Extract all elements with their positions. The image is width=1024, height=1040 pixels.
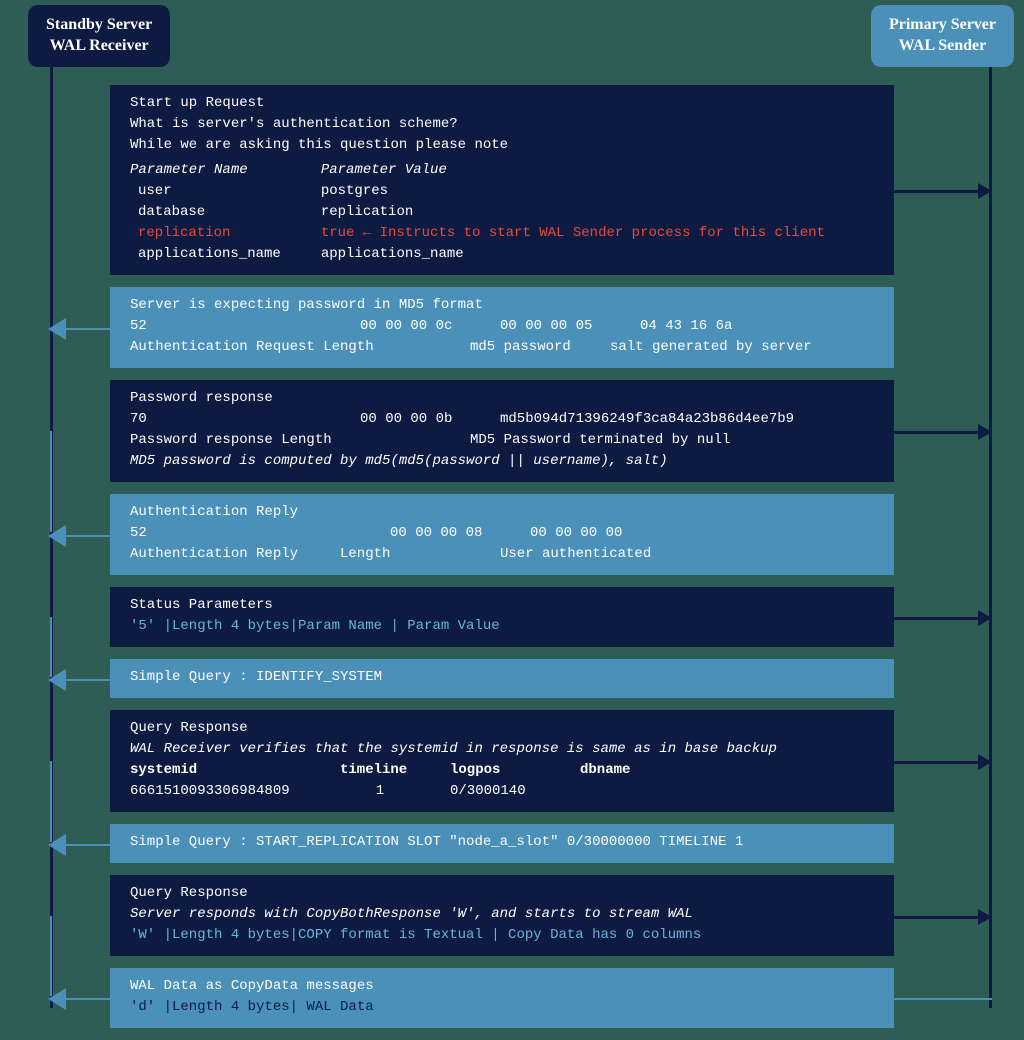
- msg-line: Start up Request: [130, 93, 874, 114]
- msg-line: Query Response: [130, 718, 874, 739]
- msg-note: WAL Receiver verifies that the systemid …: [130, 739, 874, 760]
- param-name: database: [130, 202, 281, 223]
- cell: 00 00 00 00: [530, 523, 622, 544]
- bridge-line: [989, 328, 992, 419]
- cell: 00 00 00 05: [500, 316, 610, 337]
- msg-line: WAL Data as CopyData messages: [130, 976, 874, 997]
- msg-detail: 'd' |Length 4 bytes| WAL Data: [130, 997, 874, 1018]
- cell: 00 00 00 08: [390, 523, 500, 544]
- msg-line: Server is expecting password in MD5 form…: [130, 295, 874, 316]
- cell: Authentication Request Length: [130, 337, 440, 358]
- password-response-box: Password response 70 00 00 00 0b md5b094…: [110, 380, 894, 482]
- arrow-left-icon: [50, 679, 110, 681]
- msg-note: Server responds with CopyBothResponse 'W…: [130, 904, 874, 925]
- cell: 00 00 00 0b: [360, 409, 470, 430]
- identify-system-box: Simple Query : IDENTIFY_SYSTEM: [110, 659, 894, 698]
- cell: 0/3000140: [450, 781, 550, 802]
- cell: 6661510093306984809: [130, 781, 310, 802]
- cell: Length: [340, 544, 470, 565]
- arrow-right-icon: [894, 916, 990, 919]
- standby-title-line2: WAL Receiver: [46, 36, 152, 57]
- cell: 1: [340, 781, 420, 802]
- arrow-right-icon: [894, 617, 990, 620]
- bridge-line: [50, 431, 52, 532]
- arrow-left-icon: [50, 535, 110, 537]
- arrow-right-icon: [894, 761, 990, 764]
- startup-request-box: Start up Request What is server's authen…: [110, 85, 894, 275]
- param-value: replication: [321, 202, 825, 223]
- primary-title-line1: Primary Server: [889, 15, 996, 36]
- bridge-line: [989, 844, 992, 914]
- message-column: Start up Request What is server's authen…: [110, 85, 894, 1040]
- param-value-replication: true ← Instructs to start WAL Sender pro…: [321, 223, 825, 244]
- wal-data-box: WAL Data as CopyData messages 'd' |Lengt…: [110, 968, 894, 1028]
- query-response-identify-box: Query Response WAL Receiver verifies tha…: [110, 710, 894, 812]
- cell: Password response Length: [130, 430, 440, 451]
- bridge-line: [50, 916, 52, 997]
- cell: 52: [130, 316, 330, 337]
- cell: 00 00 00 0c: [360, 316, 470, 337]
- msg-line: Status Parameters: [130, 595, 874, 616]
- msg-line: While we are asking this question please…: [130, 135, 874, 156]
- col-header: logpos: [450, 760, 550, 781]
- msg-note: MD5 password is computed by md5(md5(pass…: [130, 451, 874, 472]
- cell: md5 password: [470, 337, 580, 358]
- msg-line: Simple Query : IDENTIFY_SYSTEM: [130, 667, 874, 688]
- msg-line: Query Response: [130, 883, 874, 904]
- msg-detail: '5' |Length 4 bytes|Param Name | Param V…: [130, 616, 874, 637]
- arrow-right-icon: [894, 431, 990, 434]
- col-header: dbname: [580, 760, 630, 781]
- cell: 52: [130, 523, 360, 544]
- cell: salt generated by server: [610, 337, 812, 358]
- cell: User authenticated: [500, 544, 651, 565]
- primary-header: Primary Server WAL Sender: [871, 5, 1014, 67]
- primary-title-line2: WAL Sender: [889, 36, 996, 57]
- cell: 70: [130, 409, 330, 430]
- msg-line: What is server's authentication scheme?: [130, 114, 874, 135]
- standby-header: Standby Server WAL Receiver: [28, 5, 170, 67]
- msg-detail: 'W' |Length 4 bytes|COPY format is Textu…: [130, 925, 874, 946]
- param-value: applications_name: [321, 244, 825, 265]
- param-name-replication: replication: [130, 223, 281, 244]
- param-name: user: [130, 181, 281, 202]
- cell: 04 43 16 6a: [640, 316, 732, 337]
- start-replication-box: Simple Query : START_REPLICATION SLOT "n…: [110, 824, 894, 863]
- col-header: systemid: [130, 760, 310, 781]
- bridge-line: [989, 679, 992, 759]
- msg-line: Simple Query : START_REPLICATION SLOT "n…: [130, 832, 874, 853]
- param-name-header: Parameter Name: [130, 160, 281, 181]
- arrow-left-icon: [50, 328, 110, 330]
- bridge-line: [989, 535, 992, 616]
- auth-reply-box: Authentication Reply 52 00 00 00 08 00 0…: [110, 494, 894, 575]
- arrow-left-icon: [50, 844, 110, 846]
- query-response-copy-box: Query Response Server responds with Copy…: [110, 875, 894, 956]
- bridge-line: [50, 761, 52, 842]
- param-value-header: Parameter Value: [321, 160, 825, 181]
- arrow-left-icon: [50, 998, 110, 1000]
- cell: md5b094d71396249f3ca84a23b86d4ee7b9: [500, 409, 794, 430]
- status-params-box: Status Parameters '5' |Length 4 bytes|Pa…: [110, 587, 894, 647]
- msg-line: Password response: [130, 388, 874, 409]
- md5-expect-box: Server is expecting password in MD5 form…: [110, 287, 894, 368]
- col-header: timeline: [340, 760, 420, 781]
- cell: MD5 Password terminated by null: [470, 430, 730, 451]
- standby-title-line1: Standby Server: [46, 15, 152, 36]
- msg-line: Authentication Reply: [130, 502, 874, 523]
- arrow-right-icon: [894, 190, 990, 193]
- param-name: applications_name: [130, 244, 281, 265]
- bridge-line: [894, 998, 992, 1000]
- param-value: postgres: [321, 181, 825, 202]
- cell: Authentication Reply: [130, 544, 310, 565]
